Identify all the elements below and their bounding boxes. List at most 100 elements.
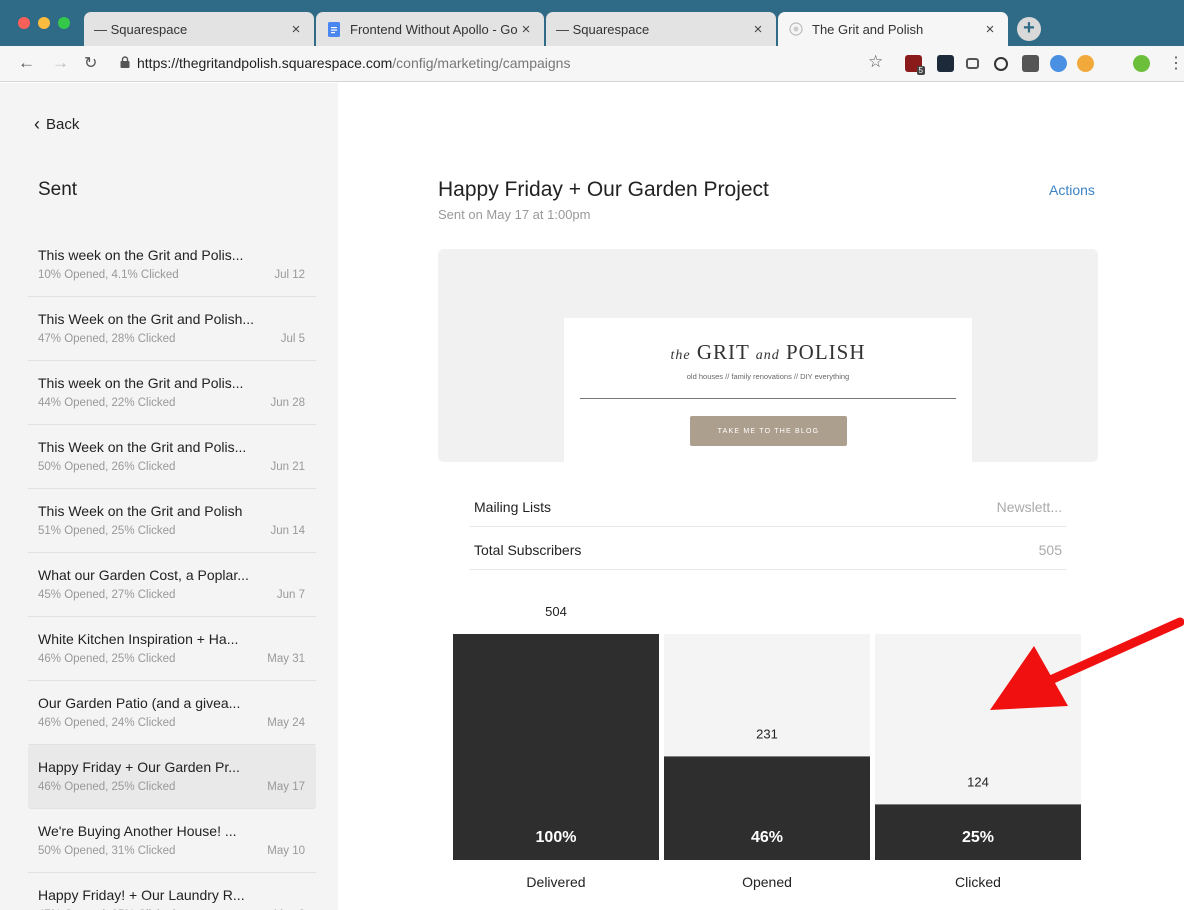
newsletter-logo: the GRIT and POLISH [564,340,972,365]
maximize-window-button[interactable] [58,17,70,29]
actions-link[interactable]: Actions [1049,182,1095,198]
close-icon[interactable]: × [288,21,304,38]
react-devtools-icon[interactable] [937,55,954,72]
campaign-date: May 24 [267,717,305,729]
url-host: https://thegritandpolish.squarespace.com [137,55,393,71]
bar-delivered [453,634,659,860]
url-field[interactable]: https://thegritandpolish.squarespace.com… [137,55,570,71]
newsletter-tagline: old houses // family renovations // DIY … [686,372,850,381]
extension-icon[interactable] [1077,55,1094,72]
campaign-name: This week on the Grit and Polis... [38,375,244,391]
bar-value-label: 504 [545,604,567,619]
campaign-name: This Week on the Grit and Polish... [38,311,255,327]
back-arrow-icon[interactable]: ← [18,53,35,73]
close-icon[interactable]: × [982,21,998,38]
email-preview[interactable]: the GRIT and POLISH old houses // family… [438,249,1098,462]
sidebar: ‹ Back Sent This week on the Grit and Po… [0,83,338,910]
campaign-name: What our Garden Cost, a Poplar... [38,567,249,583]
logo-polish: POLISH [785,340,866,364]
campaign-stats: 46% Opened, 24% Clicked [38,717,176,729]
campaign-stats: 50% Opened, 31% Clicked [38,845,176,857]
arrow-shaft [1041,617,1184,687]
campaign-name: This Week on the Grit and Polis... [38,439,247,455]
bar-percent-label: 46% [751,829,783,846]
tab-google-doc[interactable]: Frontend Without Apollo - Goo × [316,12,544,46]
list-item[interactable]: We're Buying Another House! ... 50% Opene… [28,809,316,873]
campaign-name: Happy Friday + Our Garden Pr... [38,759,240,775]
campaign-date: Jun 21 [270,461,305,473]
bar-value-label: 231 [756,726,778,741]
list-item[interactable]: This Week on the Grit and Polish... 47% O… [28,297,316,361]
campaign-list: This week on the Grit and Polis... 10% Op… [28,233,316,910]
list-item[interactable]: This Week on the Grit and Polis... 50% Op… [28,425,316,489]
campaign-date: Jul 12 [274,269,305,281]
campaign-name: We're Buying Another House! ... [38,823,237,839]
tab-squarespace-2[interactable]: — Squarespace × [546,12,776,46]
bar-percent-label: 100% [536,829,577,846]
close-window-button[interactable] [18,17,30,29]
grit-favicon-icon [788,21,804,37]
extension-icon[interactable] [1022,55,1039,72]
campaign-date: Jul 5 [280,333,305,345]
back-button[interactable]: ‹ Back [34,115,80,133]
extension-badge: 5 [916,66,925,75]
campaign-stats: 45% Opened, 27% Clicked [38,589,176,601]
campaign-date: May 31 [267,653,305,665]
close-icon[interactable]: × [518,21,534,38]
campaign-date: Jun 7 [276,589,305,601]
password-manager-icon[interactable] [994,57,1008,71]
list-item[interactable]: This Week on the Grit and Polish 51% Open… [28,489,316,553]
mailing-lists-label: Mailing Lists [474,499,552,515]
extension-icon[interactable] [1050,55,1067,72]
list-item[interactable]: Happy Friday! + Our Laundry R...47% Open… [28,873,316,910]
x-category-label: Clicked [955,874,1001,890]
x-category-label: Opened [742,874,792,890]
bookmark-star-icon[interactable]: ☆ [868,52,883,72]
mailing-lists-value: Newslett... [996,499,1062,515]
browser-tab-bar: — Squarespace × Frontend Without Apollo … [0,0,1184,46]
lock-icon [120,56,130,68]
tab-title: Frontend Without Apollo - Goo [350,21,518,37]
reload-icon[interactable]: ↻ [84,53,97,73]
campaign-name: White Kitchen Inspiration + Ha... [38,631,239,647]
cta-button: TAKE ME TO THE BLOG [690,416,847,446]
campaign-name: Happy Friday! + Our Laundry R... [38,887,245,903]
list-item[interactable]: Happy Friday + Our Garden Pr... 46% Opene… [28,745,316,809]
list-item[interactable]: What our Garden Cost, a Poplar... 45% Ope… [28,553,316,617]
bar-percent-label: 25% [962,829,994,846]
x-category-label: Delivered [526,874,585,890]
email-preview-card: the GRIT and POLISH old houses // family… [564,318,972,462]
campaign-date: Jun 28 [270,397,305,409]
address-bar: ← → ↻ https://thegritandpolish.squarespa… [0,46,1184,82]
minimize-window-button[interactable] [38,17,50,29]
close-icon[interactable]: × [750,21,766,38]
page-title: Happy Friday + Our Garden Project [438,178,769,201]
campaign-stats: 46% Opened, 25% Clicked [38,653,176,665]
profile-avatar[interactable] [1133,55,1150,72]
list-item[interactable]: This week on the Grit and Polis... 44% Op… [28,361,316,425]
menu-icon[interactable]: ⋮ [1168,53,1184,73]
campaign-name: This Week on the Grit and Polish [38,503,243,519]
back-label: Back [46,116,80,133]
campaign-stats: 46% Opened, 25% Clicked [38,781,176,793]
tab-title: — Squarespace [94,21,188,37]
tab-title: — Squarespace [556,21,650,37]
tab-squarespace-1[interactable]: — Squarespace × [84,12,314,46]
tab-manager-icon[interactable] [966,58,979,69]
logo-the: the [670,348,691,363]
list-item[interactable]: White Kitchen Inspiration + Ha... 46% Ope… [28,617,316,681]
forward-arrow-icon[interactable]: → [52,53,69,73]
ublock-extension-icon[interactable]: 5 [905,55,925,75]
tab-grit-and-polish[interactable]: The Grit and Polish × [778,12,1008,46]
campaign-stats: 44% Opened, 22% Clicked [38,397,176,409]
campaign-name: Our Garden Patio (and a givea... [38,695,241,711]
list-item[interactable]: This week on the Grit and Polis... 10% Op… [28,233,316,297]
url-path: /config/marketing/campaigns [392,55,571,71]
total-subscribers-label: Total Subscribers [474,542,582,558]
bar-value-label: 124 [967,774,989,789]
sent-date: Sent on May 17 at 1:00pm [438,207,591,222]
total-subscribers-value: 505 [1038,542,1062,558]
sidebar-heading: Sent [38,179,78,200]
list-item[interactable]: Our Garden Patio (and a givea... 46% Open… [28,681,316,745]
new-tab-button[interactable]: + [1017,17,1041,41]
